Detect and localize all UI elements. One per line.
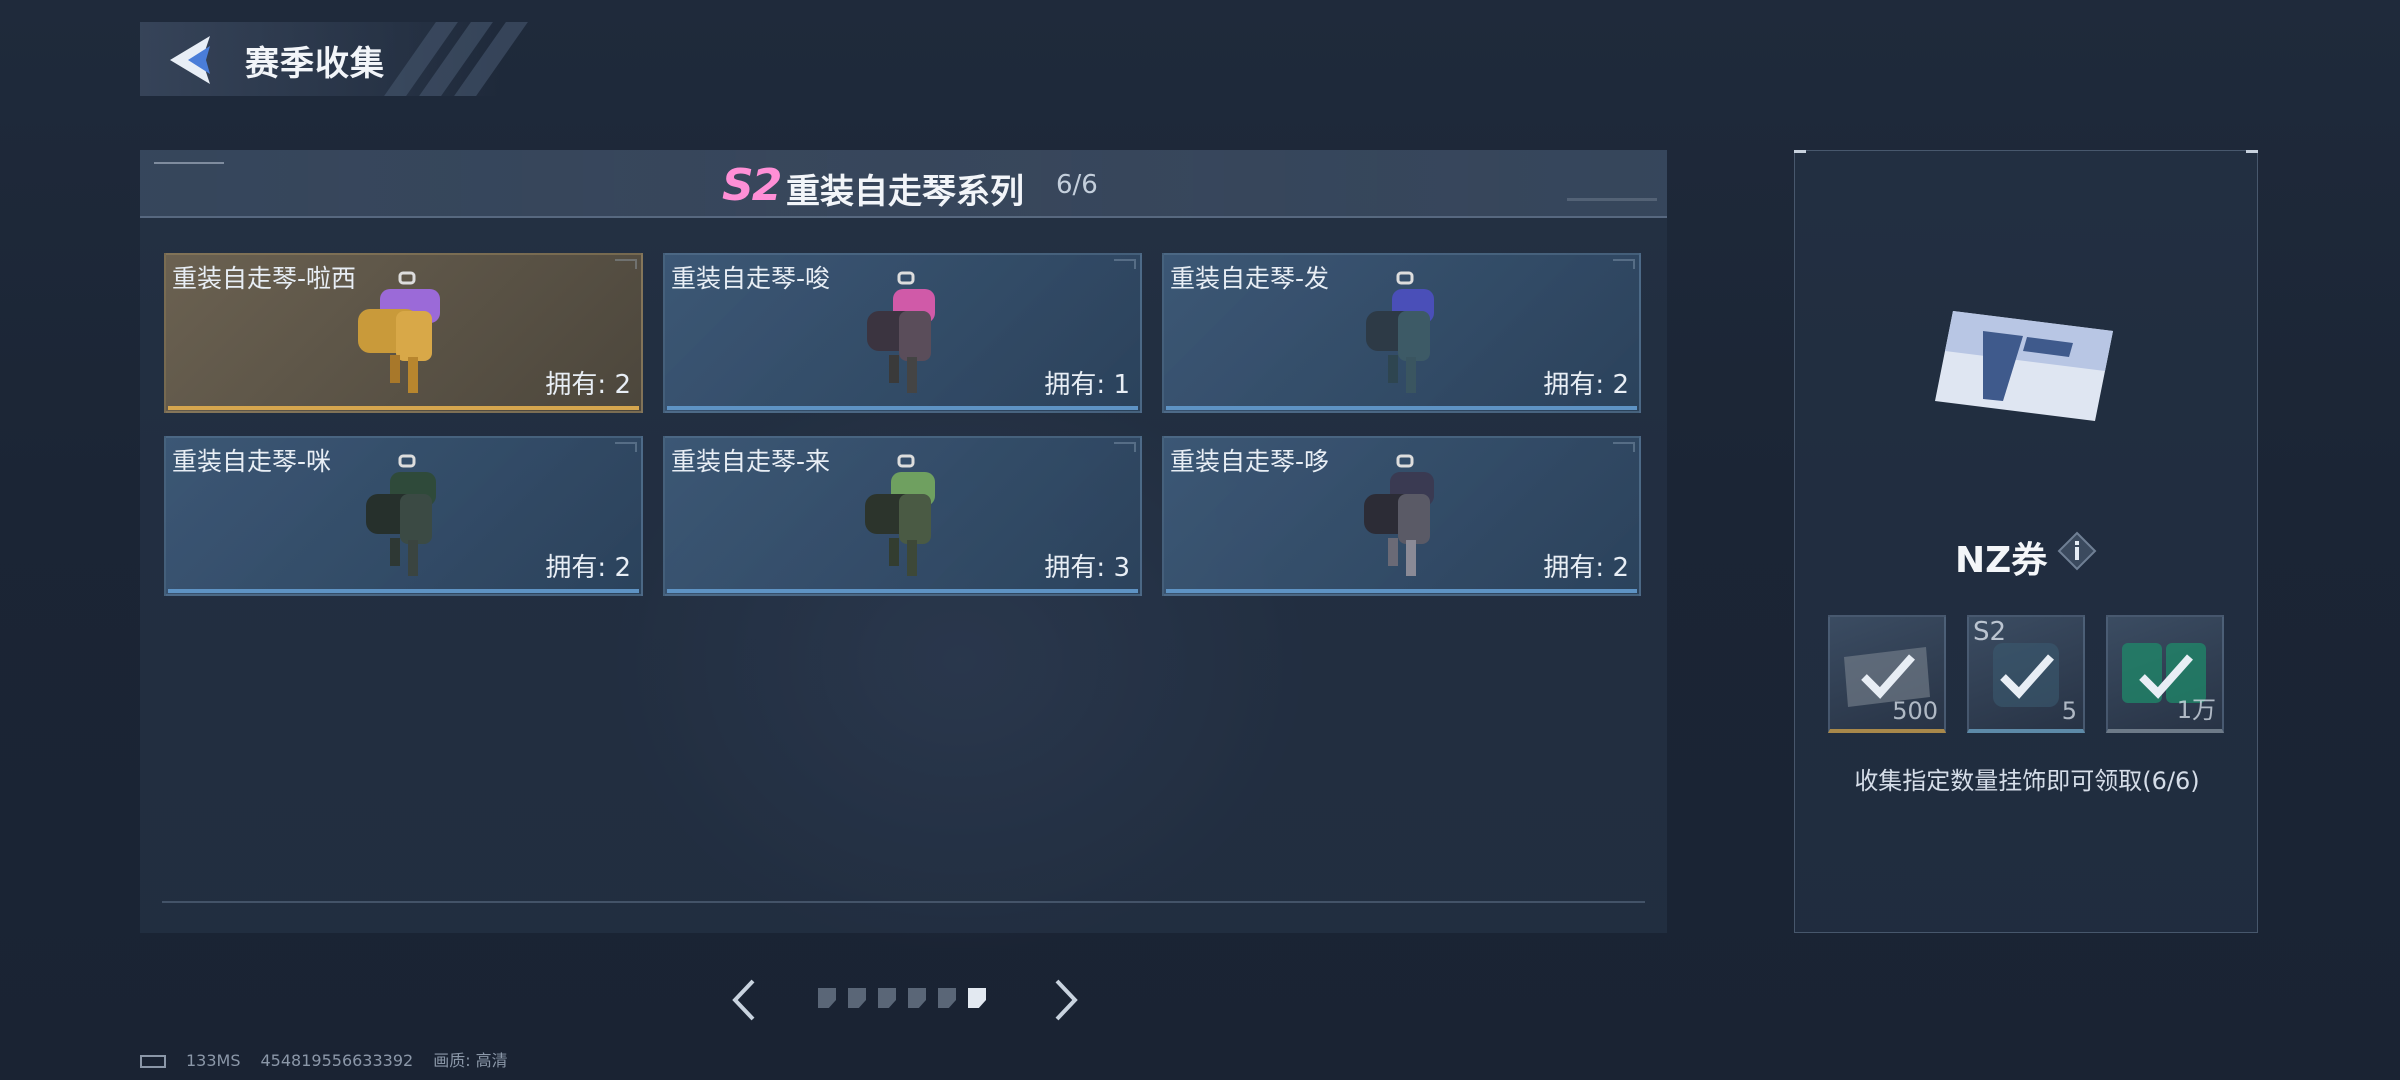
piano-robot-icon (1364, 454, 1434, 576)
collection-panel: S2 重装自走琴系列 6/6 重装自走琴-啦西 拥有: 2 重装自走琴-唆 拥有 (140, 150, 1667, 933)
card-name: 重装自走琴-来 (671, 447, 831, 476)
page-dot[interactable] (938, 988, 956, 1008)
reward-name: NZ券 (1955, 540, 2048, 581)
piano-robot-icon (358, 271, 440, 393)
owned-count: 拥有: 3 (1044, 553, 1130, 583)
ping-text: 133MS (186, 1051, 241, 1070)
card-name: 重装自走琴-咪 (172, 447, 332, 476)
reward-panel: NZ券 500 S2 5 1万 收集指定数量挂饰即可领取(6/6) (1794, 150, 2258, 933)
card-name: 重装自走琴-发 (1170, 264, 1330, 293)
collectible-card[interactable]: 重装自走琴-来 拥有: 3 (663, 436, 1142, 596)
owned-count: 拥有: 2 (1543, 370, 1629, 400)
page-dot-active[interactable] (968, 988, 986, 1008)
season-badge: S2 (722, 160, 782, 211)
card-name: 重装自走琴-哆 (1170, 447, 1330, 476)
reward-qty: 1万 (2176, 696, 2216, 724)
divider (162, 901, 1645, 903)
uid-text: 454819556633392 (260, 1051, 414, 1070)
page-dot[interactable] (848, 988, 866, 1008)
owned-count: 拥有: 2 (545, 370, 631, 400)
page-dot[interactable] (818, 988, 836, 1008)
piano-robot-icon (865, 454, 935, 576)
rarity-bar (168, 589, 639, 593)
chevron-left-icon (732, 979, 755, 1021)
rarity-bar (667, 589, 1138, 593)
page-dot[interactable] (908, 988, 926, 1008)
series-title: 重装自走琴系列 (786, 172, 1024, 212)
reward-slot[interactable]: 1万 (2106, 615, 2224, 733)
collectible-card[interactable]: 重装自走琴-啦西 拥有: 2 (164, 253, 643, 413)
piano-robot-icon (867, 271, 935, 393)
page-dot[interactable] (878, 988, 896, 1008)
rarity-bar (1166, 589, 1637, 593)
reward-qty: 500 (1892, 697, 1938, 725)
chevron-right-icon (1055, 979, 1078, 1021)
reward-slot[interactable]: 500 (1828, 615, 1946, 733)
piano-robot-icon (1366, 271, 1434, 393)
rarity-bar (168, 406, 639, 410)
reward-slot[interactable]: S2 5 (1967, 615, 2085, 733)
next-page-button[interactable] (1045, 975, 1085, 1025)
collectible-card[interactable]: 重装自走琴-唆 拥有: 1 (663, 253, 1142, 413)
reward-label: S2 (1973, 617, 2007, 647)
quality-text: 画质: 高清 (433, 1051, 508, 1070)
page-title: 赛季收集 (245, 44, 385, 84)
owned-count: 拥有: 2 (1543, 553, 1629, 583)
piano-robot-icon (366, 454, 436, 576)
collectible-card[interactable]: 重装自走琴-发 拥有: 2 (1162, 253, 1641, 413)
owned-count: 拥有: 2 (545, 553, 631, 583)
card-name: 重装自走琴-啦西 (172, 264, 357, 293)
prev-page-button[interactable] (725, 975, 765, 1025)
series-progress: 6/6 (1056, 170, 1098, 200)
rarity-bar (667, 406, 1138, 410)
status-footer: 133MS 454819556633392 画质: 高清 (140, 1047, 528, 1071)
page-indicator (818, 988, 998, 1010)
back-arrow-icon (170, 36, 210, 84)
owned-count: 拥有: 1 (1044, 370, 1130, 400)
card-name: 重装自走琴-唆 (671, 264, 831, 293)
reward-caption: 收集指定数量挂饰即可领取(6/6) (1854, 767, 2200, 795)
collectible-card[interactable]: 重装自走琴-咪 拥有: 2 (164, 436, 643, 596)
series-header: S2 重装自走琴系列 6/6 (140, 150, 1667, 218)
nz-ticket-icon (1935, 311, 2113, 421)
rarity-bar (1166, 406, 1637, 410)
reward-qty: 5 (2061, 697, 2077, 725)
network-icon (140, 1055, 166, 1068)
collectible-card[interactable]: 重装自走琴-哆 拥有: 2 (1162, 436, 1641, 596)
info-icon[interactable] (2057, 531, 2097, 571)
back-button[interactable] (162, 30, 222, 90)
